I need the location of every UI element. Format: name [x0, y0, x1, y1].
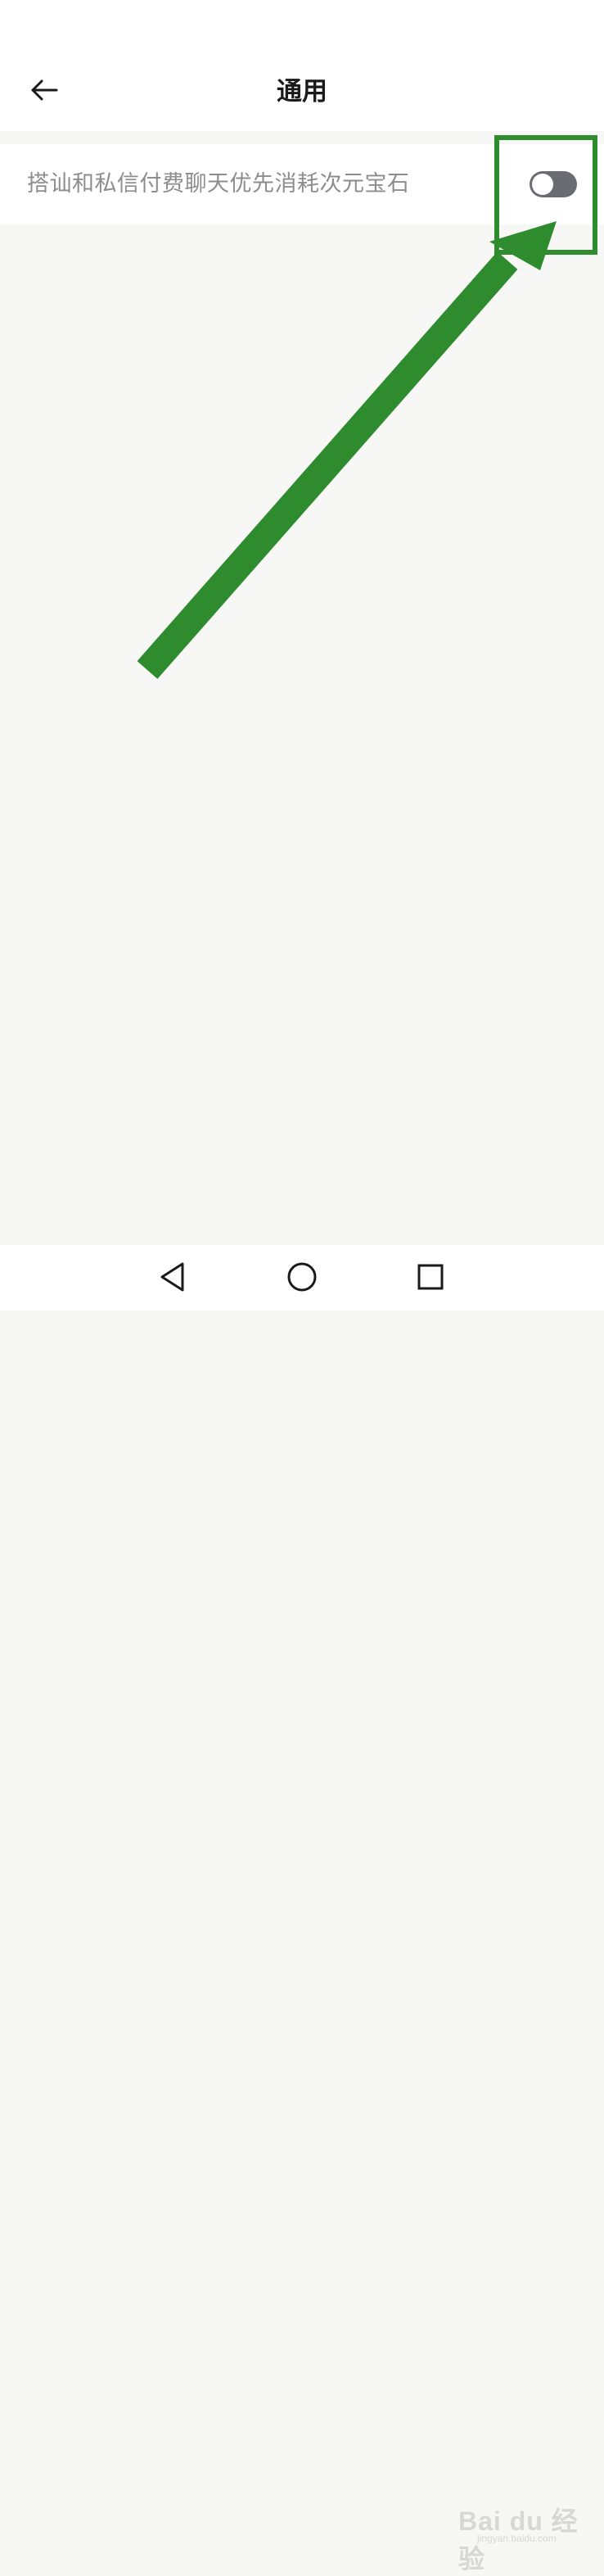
- circle-home-icon: [286, 1261, 318, 1297]
- status-bar: [0, 0, 604, 49]
- gem-priority-toggle[interactable]: [530, 171, 577, 197]
- header: 通用: [0, 49, 604, 131]
- square-recents-icon: [416, 1262, 445, 1295]
- watermark-url: jingyan.baidu.com: [477, 2533, 557, 2544]
- toggle-knob: [532, 174, 553, 195]
- setting-label: 搭讪和私信付费聊天优先消耗次元宝石: [27, 171, 410, 197]
- page-title: 通用: [277, 77, 327, 106]
- triangle-back-icon: [158, 1261, 187, 1297]
- nav-recents-button[interactable]: [412, 1260, 449, 1297]
- nav-back-button[interactable]: [154, 1260, 192, 1297]
- nav-home-button[interactable]: [283, 1260, 321, 1297]
- navigation-bar: Bai du 经验 jingyan.baidu.com: [0, 1245, 604, 2574]
- setting-row-gem-priority: 搭讪和私信付费聊天优先消耗次元宝石: [0, 144, 604, 224]
